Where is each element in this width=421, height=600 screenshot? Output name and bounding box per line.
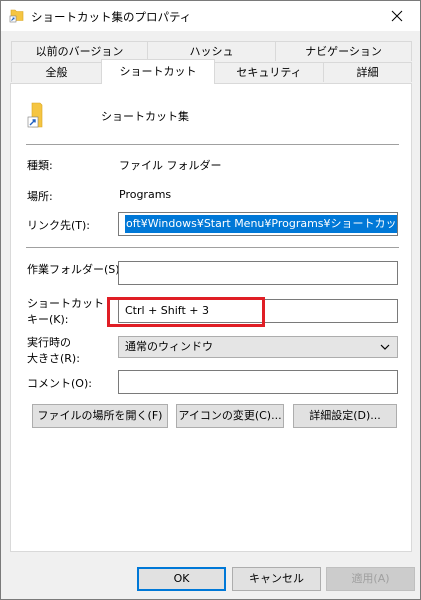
chevron-down-icon (380, 344, 390, 350)
tab-security[interactable]: セキュリティ (214, 62, 324, 82)
folder-shortcut-icon (27, 102, 43, 128)
tab-shortcut[interactable]: ショートカット (101, 59, 215, 84)
target-value: oft¥Windows¥Start Menu¥Programs¥ショートカット集… (125, 215, 397, 233)
target-input[interactable]: oft¥Windows¥Start Menu¥Programs¥ショートカット集… (118, 212, 398, 236)
highlight-box (107, 297, 265, 327)
run-label-line2: 大きさ(R): (27, 352, 80, 365)
tab-details[interactable]: 詳細 (323, 62, 412, 82)
tab-label: ナビゲーション (305, 45, 382, 58)
location-value: Programs (119, 188, 172, 201)
open-file-location-button[interactable]: ファイルの場所を開く(F) (32, 404, 168, 428)
tab-label: セキュリティ (236, 66, 302, 79)
hotkey-label-line1: ショートカット (27, 297, 104, 310)
comment-input[interactable] (118, 370, 398, 394)
tab-label: ショートカット (119, 65, 197, 78)
window-title: ショートカット集のプロパティ (31, 10, 192, 24)
tab-label: 全般 (45, 66, 68, 79)
divider (26, 144, 399, 145)
run-size-value: 通常のウィンドウ (125, 340, 213, 353)
workdir-input[interactable] (118, 261, 398, 285)
shortcut-tab-panel: ショートカット集 種類: ファイル フォルダー 場所: Programs リンク… (10, 83, 412, 552)
folder-shortcut-icon (9, 9, 24, 23)
apply-button[interactable]: 適用(A) (326, 567, 415, 591)
title-bar: ショートカット集のプロパティ (1, 1, 420, 31)
advanced-button[interactable]: 詳細設定(D)... (293, 404, 397, 428)
location-label: 場所: (27, 190, 53, 203)
tab-label: 以前のバージョン (35, 45, 124, 58)
tab-general[interactable]: 全般 (11, 62, 102, 82)
target-label: リンク先(T): (27, 219, 91, 232)
close-button[interactable] (374, 1, 420, 31)
hotkey-label-line2: キー(K): (27, 313, 69, 326)
tab-label: ハッシュ (189, 45, 234, 58)
cancel-button[interactable]: キャンセル (232, 567, 321, 591)
change-icon-button[interactable]: アイコンの変更(C)... (176, 404, 284, 428)
tab-label: 詳細 (356, 66, 379, 79)
tab-hash[interactable]: ハッシュ (147, 41, 276, 61)
tab-navigation[interactable]: ナビゲーション (275, 41, 412, 61)
close-icon (391, 10, 403, 22)
shortcut-name: ショートカット集 (101, 110, 189, 123)
workdir-label: 作業フォルダー(S): (27, 263, 124, 276)
tab-previous-versions[interactable]: 以前のバージョン (11, 41, 148, 61)
properties-dialog: ショートカット集のプロパティ 以前のバージョン ハッシュ ナビゲーション 全般 … (0, 0, 421, 600)
ok-button[interactable]: OK (137, 567, 226, 591)
run-size-select[interactable]: 通常のウィンドウ (118, 336, 398, 358)
type-label: 種類: (27, 159, 53, 172)
divider (26, 247, 399, 248)
comment-label: コメント(O): (27, 377, 92, 390)
run-label-line1: 実行時の (27, 336, 71, 349)
type-value: ファイル フォルダー (119, 159, 222, 172)
